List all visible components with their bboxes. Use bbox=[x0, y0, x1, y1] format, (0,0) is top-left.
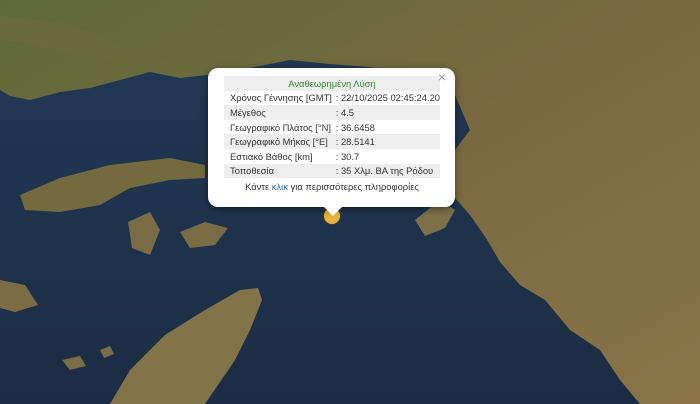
popup-title: Αναθεωρημένη Λύση bbox=[224, 76, 440, 91]
origin-time-label: Χρόνος Γέννησης [GMT] bbox=[230, 92, 332, 104]
more-info-suffix: για περισσότερες πληροφορίες bbox=[287, 180, 419, 192]
more-info-line: Κάντε κλικ για περισσότερες πληροφορίες bbox=[224, 178, 440, 194]
earthquake-info-table: Αναθεωρημένη Λύση Χρόνος Γέννησης [GMT] … bbox=[224, 76, 440, 194]
earthquake-info-popup: × Αναθεωρημένη Λύση Χρόνος Γέννησης [GMT… bbox=[208, 68, 455, 216]
longitude-label: Γεωγραφικό Μήκος [°E] bbox=[224, 134, 336, 149]
more-info-prefix: Κάντε bbox=[245, 180, 272, 192]
location-value: : 35 Χλμ. ΒΑ της Ρόδου bbox=[335, 163, 440, 179]
origin-time-value: : 22/10/2025 02:45:24.20 bbox=[335, 92, 440, 104]
depth-value: : 30.7 bbox=[335, 150, 360, 162]
location-label: Τοποθεσία bbox=[224, 163, 336, 179]
magnitude-label: Μέγεθος bbox=[224, 105, 336, 120]
depth-label: Εστιακό Βάθος [km] bbox=[230, 150, 313, 162]
magnitude-value: : 4.5 bbox=[335, 105, 440, 120]
map-view[interactable]: × Αναθεωρημένη Λύση Χρόνος Γέννησης [GMT… bbox=[0, 0, 700, 404]
more-info-link[interactable]: κλικ bbox=[272, 181, 288, 192]
close-icon[interactable]: × bbox=[435, 70, 449, 84]
longitude-value: : 28.5141 bbox=[335, 134, 440, 149]
latitude-label: Γεωγραφικό Πλάτος [°N] bbox=[230, 121, 332, 133]
latitude-value: : 36.6458 bbox=[335, 121, 375, 133]
